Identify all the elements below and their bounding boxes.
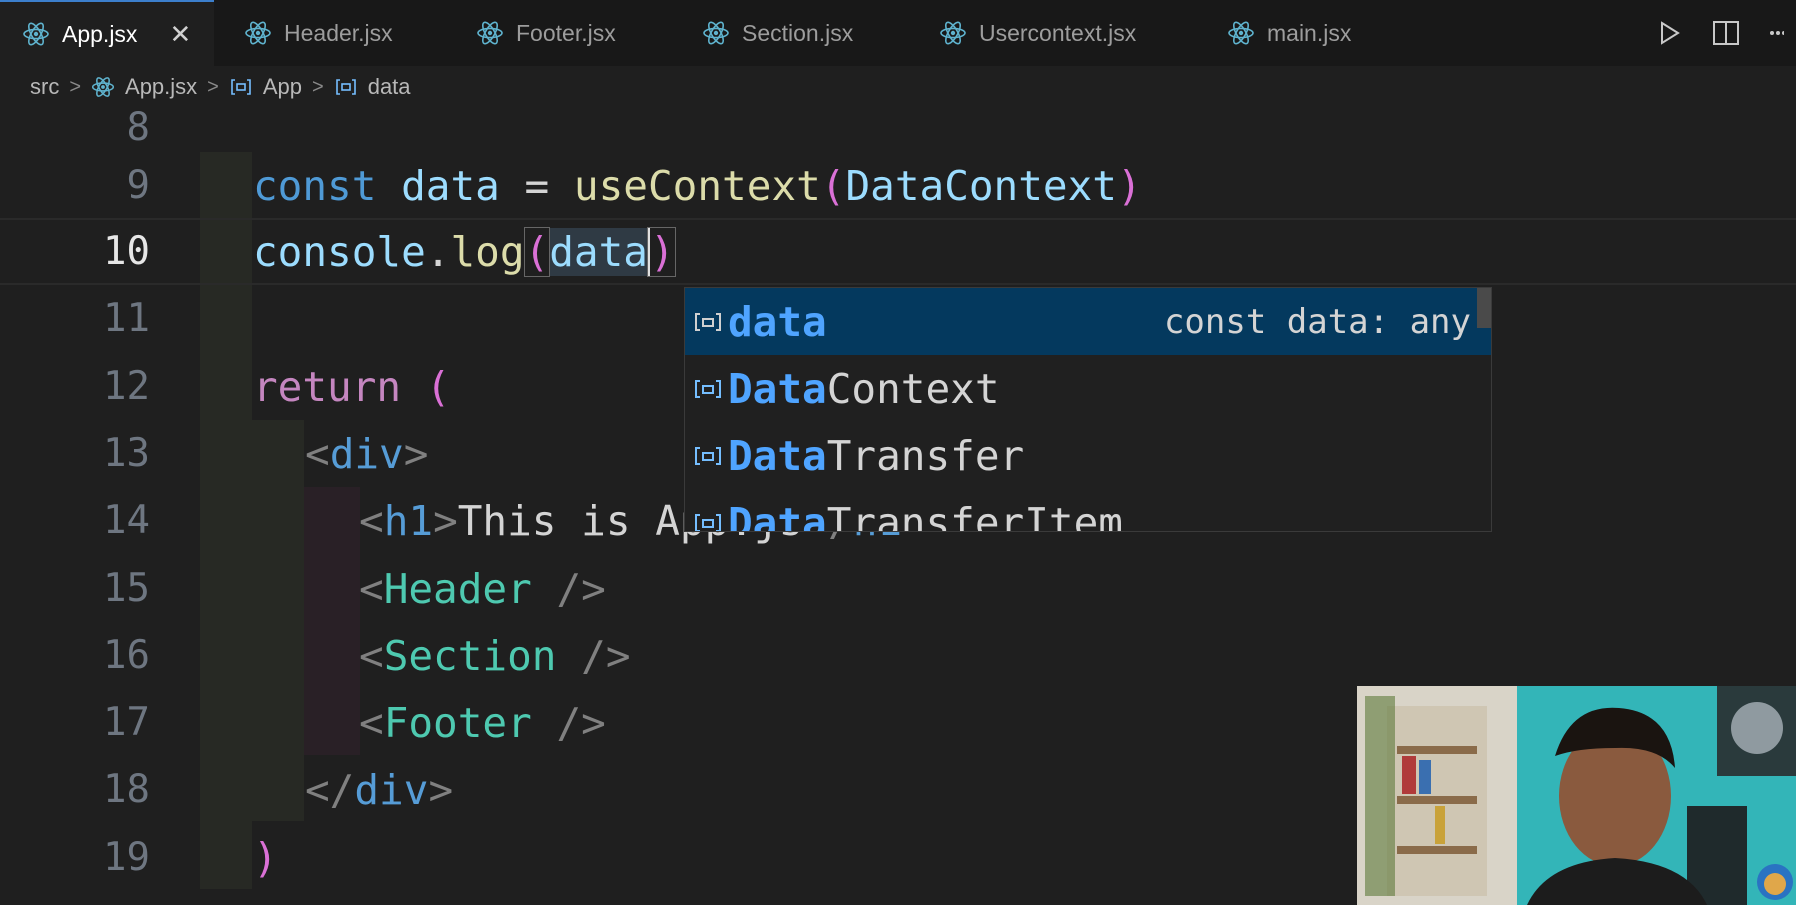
tag-bracket: /> (581, 631, 631, 680)
suggestion-rest: TransferItem (826, 498, 1123, 532)
line-number: 16 (103, 633, 150, 678)
tag-bracket: < (359, 631, 384, 680)
suggestion-item[interactable]: DataTransfer (685, 422, 1491, 489)
suggestion-detail: const data: any (1163, 301, 1471, 342)
paren-close: ) (1116, 161, 1142, 210)
tab-label: Usercontext.jsx (979, 19, 1137, 46)
tag-bracket: /> (556, 564, 606, 613)
scrollbar[interactable] (1477, 288, 1491, 328)
line-number: 17 (103, 700, 150, 745)
react-icon (703, 21, 729, 45)
tab-header-jsx[interactable]: Header.jsx (214, 0, 446, 66)
suggestion-match: Data (728, 431, 827, 480)
tab-label: Header.jsx (284, 19, 393, 46)
editor-tab-bar: App.jsx ✕ Header.jsx Footer.jsx Section.… (0, 0, 1796, 66)
variable-symbol-icon (695, 312, 721, 331)
code-line-current: 10 console.log(data) (0, 218, 1796, 285)
react-icon (477, 21, 503, 45)
operator-dot: . (425, 227, 451, 276)
vscode-window: App.jsx ✕ Header.jsx Footer.jsx Section.… (0, 0, 1796, 905)
tag-div: div (354, 765, 429, 814)
line-number: 18 (103, 767, 150, 812)
paren-open: ( (820, 161, 846, 210)
variable-data: data (549, 227, 648, 276)
line-number: 15 (103, 566, 150, 611)
suggestion-rest: Context (826, 364, 1000, 413)
function-usecontext: useContext (573, 161, 821, 210)
variable-data: data (401, 161, 500, 210)
paren-close: ) (253, 833, 278, 882)
identifier-datacontext: DataContext (845, 161, 1117, 210)
webcam-overlay (1357, 686, 1796, 905)
tab-label: main.jsx (1267, 19, 1352, 46)
tab-section-jsx[interactable]: Section.jsx (672, 0, 909, 66)
line-number: 9 (126, 163, 150, 208)
code-line: 9 const data = useContext(DataContext) (0, 152, 1796, 219)
paren-open: ( (523, 226, 551, 277)
line-number: 19 (103, 835, 150, 880)
tab-label: App.jsx (62, 20, 138, 47)
suggestion-rest: Transfer (826, 431, 1025, 480)
close-icon[interactable]: ✕ (169, 19, 191, 50)
tag-h1: h1 (383, 496, 434, 545)
autocomplete-suggestions[interactable]: data const data: any DataContext DataTra… (684, 287, 1492, 532)
code-line: 15 <Header /> (0, 555, 1796, 622)
code-line: 8 (0, 94, 1796, 161)
tag-bracket: < (359, 698, 384, 747)
function-log: log (450, 227, 525, 276)
presenter-video (1357, 686, 1796, 905)
suggestion-item[interactable]: DataTransferItem (685, 489, 1491, 532)
paren-open: ( (425, 362, 451, 411)
suggestion-item[interactable]: DataContext (685, 355, 1491, 422)
run-icon[interactable] (1656, 20, 1682, 46)
variable-symbol-icon (695, 446, 721, 465)
tag-bracket: </ (305, 765, 355, 814)
react-icon (1228, 21, 1254, 45)
line-number: 10 (103, 229, 150, 274)
suggestion-match: data (728, 297, 827, 346)
tab-usercontext-jsx[interactable]: Usercontext.jsx (909, 0, 1197, 66)
line-number: 14 (103, 498, 150, 543)
tag-bracket: < (305, 429, 330, 478)
keyword-const: const (253, 161, 377, 210)
split-editor-icon[interactable] (1712, 20, 1740, 46)
paren-close: ) (646, 226, 676, 277)
code-line: 16 <Section /> (0, 622, 1796, 689)
editor-actions (1656, 0, 1796, 66)
variable-symbol-icon (695, 379, 721, 398)
react-icon (245, 21, 271, 45)
tab-main-jsx[interactable]: main.jsx (1197, 0, 1430, 66)
tag-bracket: < (359, 496, 384, 545)
identifier-console: console (253, 227, 426, 276)
react-icon (23, 22, 49, 46)
component-section: Section (383, 631, 557, 680)
tag-bracket: > (433, 496, 458, 545)
tag-bracket: > (428, 765, 454, 814)
tag-bracket: < (359, 564, 384, 613)
keyword-return: return (253, 362, 402, 411)
suggestion-item-selected[interactable]: data const data: any (685, 288, 1491, 355)
tab-label: Section.jsx (742, 19, 854, 46)
tab-label: Footer.jsx (516, 19, 616, 46)
line-number: 12 (103, 364, 150, 409)
operator-equals: = (524, 161, 550, 210)
tab-app-jsx[interactable]: App.jsx ✕ (0, 0, 214, 66)
line-number: 11 (103, 296, 150, 341)
component-footer: Footer (383, 698, 532, 747)
tag-div: div (329, 429, 404, 478)
more-icon[interactable] (1770, 20, 1784, 46)
tab-footer-jsx[interactable]: Footer.jsx (446, 0, 672, 66)
component-header: Header (383, 564, 532, 613)
suggestion-match: Data (728, 364, 827, 413)
tag-bracket: > (403, 429, 429, 478)
suggestion-match: Data (728, 498, 827, 532)
line-number: 8 (126, 105, 150, 150)
variable-symbol-icon (695, 513, 721, 531)
line-number: 13 (103, 431, 150, 476)
react-icon (940, 21, 966, 45)
tag-bracket: /> (556, 698, 606, 747)
